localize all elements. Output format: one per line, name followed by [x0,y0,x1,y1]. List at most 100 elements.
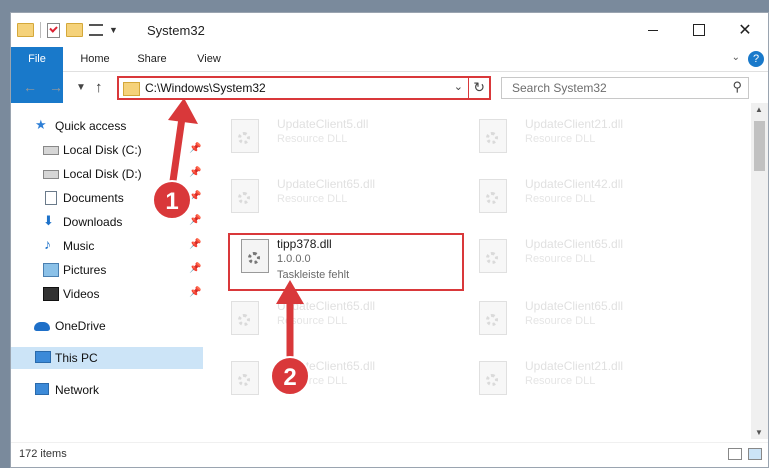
forward-button[interactable]: → [49,79,63,95]
pin-icon[interactable]: 📌 [189,239,201,250]
address-bar[interactable]: C:\Windows\System32 ⌄ ↻ [117,76,491,100]
sidebar-item-label: Local Disk (D:) [63,167,142,181]
disk-icon [43,146,59,155]
documents-icon [45,191,57,205]
sidebar-item-label: OneDrive [55,319,106,333]
list-item[interactable]: UpdateClient65.dll Resource DLL [221,355,461,411]
sidebar-item-local-disk-c[interactable]: Local Disk (C:) 📌 [11,139,203,161]
dll-file-icon [479,239,507,273]
disk-icon [43,170,59,179]
file-type: Resource DLL [525,375,596,387]
sidebar-item-onedrive[interactable]: OneDrive [11,315,203,337]
search-input[interactable]: Search System32 ⚲ [501,77,749,99]
recent-locations-button[interactable]: ▼ [76,82,86,93]
explorer-window: ▼ System32 ✕ File Home Share View ⌄ ? ← … [10,12,769,468]
sidebar-item-label: Quick access [55,119,127,133]
gear-icon [238,314,250,326]
close-button[interactable]: ✕ [722,13,768,47]
list-item[interactable]: UpdateClient42.dll Resource DLL [469,173,709,229]
list-item[interactable]: UpdateClient65.dll Resource DLL [469,295,709,351]
list-item[interactable]: UpdateClient5.dll Resource DLL [221,113,461,169]
up-button[interactable]: ↑ [95,79,103,96]
list-item[interactable]: UpdateClient21.dll Resource DLL [469,113,709,169]
file-type: Resource DLL [525,193,596,205]
scroll-up-icon[interactable]: ▲ [755,105,763,114]
dll-file-icon [231,119,259,153]
file-name: UpdateClient5.dll [277,117,369,131]
file-type: Resource DLL [525,315,596,327]
scroll-down-icon[interactable]: ▼ [755,428,763,437]
properties-check-icon[interactable] [47,22,60,38]
sidebar-item-label: Downloads [63,215,123,229]
list-item[interactable]: UpdateClient65.dll Resource DLL [221,173,461,229]
navigation-bar: ← → ▼ ↑ C:\Windows\System32 ⌄ ↻ Search S… [11,73,768,103]
videos-icon [43,287,59,301]
large-icons-view-icon[interactable] [748,448,762,460]
dll-file-icon [479,119,507,153]
chevron-down-icon[interactable]: ▼ [109,25,118,35]
sidebar-item-label: Network [55,383,100,397]
dll-file-icon [231,301,259,335]
dll-file-icon [231,179,259,213]
dll-file-icon [479,301,507,335]
pin-icon[interactable]: 📌 [189,215,201,226]
file-name: UpdateClient65.dll [277,299,376,313]
highlight-box-file [228,233,464,291]
maximize-button[interactable] [676,13,722,47]
pin-icon[interactable]: 📌 [189,263,201,274]
pictures-icon [43,263,59,277]
close-icon: ✕ [738,22,752,39]
vertical-scrollbar[interactable]: ▲ ▼ [751,103,768,439]
ribbon-tabs: File Home Share View ⌄ ? [11,47,768,103]
tab-home[interactable]: Home [69,47,121,71]
pin-icon[interactable]: 📌 [189,167,201,178]
sidebar-item-network[interactable]: Network [11,379,203,401]
music-icon: ♪ [44,236,51,252]
details-view-icon[interactable] [728,448,742,460]
list-item[interactable]: UpdateClient21.dll Resource DLL [469,355,709,411]
sidebar-item-label: Documents [63,191,124,205]
search-icon: ⚲ [732,79,742,94]
minimize-icon [648,29,658,31]
refresh-icon[interactable]: ↻ [473,79,485,96]
back-button[interactable]: ← [23,79,37,95]
sidebar-item-this-pc[interactable]: This PC [11,347,203,369]
file-type: Resource DLL [277,133,348,145]
properties-icon[interactable] [89,24,103,36]
sidebar-item-pictures[interactable]: Pictures 📌 [11,259,203,281]
file-name: UpdateClient21.dll [525,359,624,373]
tab-view[interactable]: View [183,47,235,71]
gear-icon [238,192,250,204]
callout-2: 2 [270,356,310,396]
sidebar-item-videos[interactable]: Videos 📌 [11,283,203,305]
gear-icon [486,252,498,264]
search-placeholder: Search System32 [512,81,607,95]
address-dropdown-icon[interactable]: ⌄ [454,80,463,93]
gear-icon [238,374,250,386]
address-path[interactable]: C:\Windows\System32 [145,81,266,95]
scroll-thumb[interactable] [754,121,765,171]
downloads-icon: ⬇ [43,213,54,228]
expand-ribbon-icon[interactable]: ⌄ [732,52,740,63]
list-item[interactable]: UpdateClient65.dll Resource DLL [469,233,709,289]
pin-icon[interactable]: 📌 [189,287,201,298]
list-item[interactable]: UpdateClient65.dll Resource DLL [221,295,461,351]
new-folder-icon[interactable] [66,23,83,37]
sidebar-item-label: This PC [55,351,98,365]
file-type: Resource DLL [277,315,348,327]
minimize-button[interactable] [630,13,676,47]
file-name: UpdateClient65.dll [525,299,624,313]
tab-share[interactable]: Share [126,47,178,71]
quick-access-toolbar: ▼ [17,22,118,38]
gear-icon [486,132,498,144]
help-icon[interactable]: ? [748,51,764,67]
pin-icon[interactable]: 📌 [189,143,201,154]
sidebar-item-label: Local Disk (C:) [63,143,142,157]
toolbar-divider [40,22,41,38]
onedrive-icon [34,322,50,331]
window-title: System32 [147,23,205,38]
sidebar-item-music[interactable]: ♪ Music 📌 [11,235,203,257]
address-divider [468,78,469,98]
sidebar-item-quick-access[interactable]: ★ Quick access [11,115,203,137]
sidebar-item-label: Videos [63,287,100,301]
